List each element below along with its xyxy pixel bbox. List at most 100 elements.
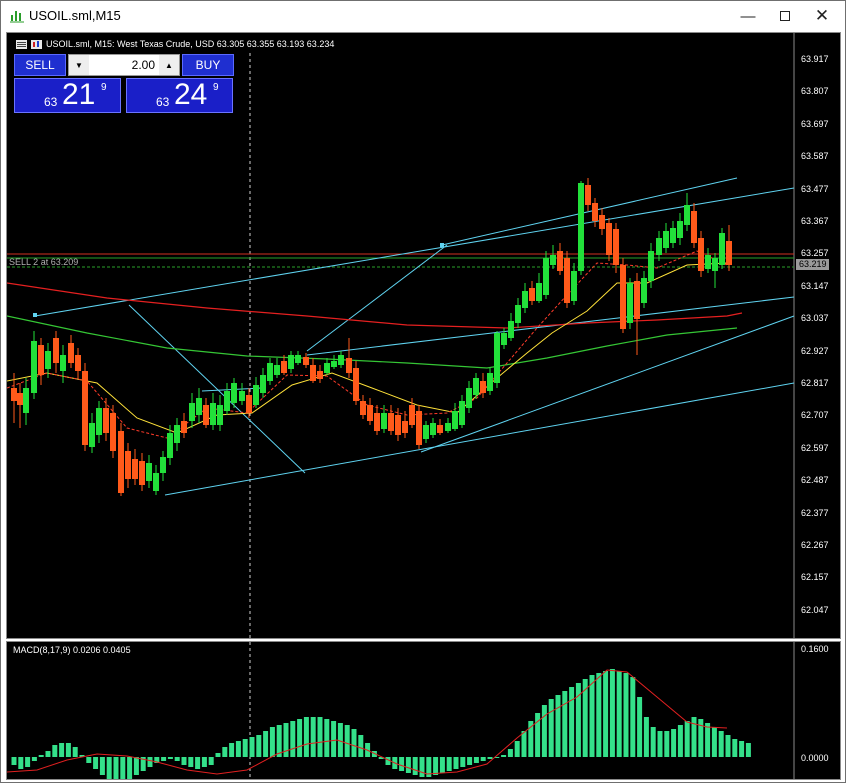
candle-body bbox=[487, 373, 493, 391]
chevron-up-icon: ▲ bbox=[165, 60, 173, 70]
candle-body bbox=[501, 333, 507, 345]
macd-histogram-bar bbox=[188, 757, 194, 767]
trend-line-anchor bbox=[440, 243, 444, 247]
macd-indicator-panel[interactable]: MACD(8,17,9) 0.0206 0.0405 0.1600 0.0000 bbox=[6, 641, 841, 780]
price-axis-tick: 62.267 bbox=[801, 540, 829, 550]
price-axis-tick: 62.927 bbox=[801, 345, 829, 356]
buy-button[interactable]: BUY bbox=[182, 54, 234, 76]
candle-body bbox=[705, 255, 711, 269]
candle-body bbox=[578, 183, 584, 271]
price-axis-tick: 63.367 bbox=[801, 216, 829, 226]
macd-histogram-bar bbox=[616, 671, 622, 757]
trend-line bbox=[306, 296, 795, 356]
macd-histogram-bar bbox=[127, 757, 133, 779]
trend-line bbox=[34, 187, 795, 317]
macd-histogram-bar bbox=[643, 717, 649, 757]
candle-body bbox=[627, 283, 633, 323]
title-bar[interactable]: USOIL.sml,M15 — ✕ bbox=[1, 1, 845, 32]
candle-body bbox=[132, 459, 138, 479]
macd-axis-zero: 0.0000 bbox=[801, 753, 829, 763]
lot-size-input[interactable]: 2.00 bbox=[89, 55, 159, 75]
macd-histogram-bar bbox=[657, 731, 663, 757]
candle-body bbox=[367, 405, 373, 421]
lot-increase-button[interactable]: ▲ bbox=[159, 55, 179, 75]
candle-body bbox=[360, 401, 366, 415]
macd-histogram-bar bbox=[337, 723, 343, 757]
one-click-trading-panel: SELL ▼ 2.00 ▲ BUY 63 21 9 63 24 9 bbox=[14, 54, 234, 113]
buy-price-box[interactable]: 63 24 9 bbox=[126, 78, 233, 113]
macd-histogram-bar bbox=[290, 721, 296, 757]
price-axis-tick: 62.707 bbox=[801, 410, 829, 421]
candle-body bbox=[288, 355, 294, 369]
macd-histogram-bar bbox=[732, 739, 738, 757]
macd-histogram-bar bbox=[603, 671, 609, 757]
candle-body bbox=[452, 411, 458, 429]
macd-histogram-bar bbox=[589, 675, 595, 757]
trend-line bbox=[306, 244, 448, 352]
sell-price-box[interactable]: 63 21 9 bbox=[14, 78, 121, 113]
candle-body bbox=[38, 345, 44, 375]
candle-body bbox=[613, 229, 619, 265]
close-button[interactable]: ✕ bbox=[805, 3, 839, 29]
candle-body bbox=[550, 255, 556, 265]
candle-body bbox=[295, 355, 301, 363]
candle-body bbox=[515, 305, 521, 323]
menu-icon[interactable] bbox=[16, 39, 27, 49]
macd-histogram-bar bbox=[439, 757, 445, 773]
price-axis-tick: 63.697 bbox=[801, 118, 829, 129]
candle-body bbox=[684, 205, 690, 225]
macd-axis-top: 0.1600 bbox=[801, 644, 829, 654]
lot-decrease-button[interactable]: ▼ bbox=[69, 55, 89, 75]
candle-body bbox=[303, 357, 309, 365]
macd-histogram-bar bbox=[725, 735, 731, 757]
macd-histogram-bar bbox=[684, 721, 690, 757]
candle-body bbox=[353, 368, 359, 401]
macd-histogram-bar bbox=[358, 735, 364, 757]
macd-histogram-bar bbox=[711, 727, 717, 757]
candle-body bbox=[167, 433, 173, 458]
price-axis-tick: 62.597 bbox=[801, 442, 829, 453]
macd-histogram-bar bbox=[133, 757, 139, 775]
price-axis-tick: 63.917 bbox=[801, 54, 829, 64]
lot-size-stepper[interactable]: ▼ 2.00 ▲ bbox=[68, 54, 180, 76]
terminal-window: USOIL.sml,M15 — ✕ USOIL.sml, M15: West T… bbox=[0, 0, 846, 783]
candle-body bbox=[564, 258, 570, 303]
price-axis-tick: 63.147 bbox=[801, 280, 829, 291]
chart-type-icon[interactable] bbox=[31, 39, 42, 49]
candle-body bbox=[239, 391, 245, 401]
macd-histogram-bar bbox=[514, 741, 520, 757]
candle-body bbox=[473, 378, 479, 395]
price-axis-tick: 62.817 bbox=[801, 378, 829, 388]
macd-histogram-bar bbox=[419, 757, 425, 777]
price-axis-tick: 62.377 bbox=[801, 507, 829, 518]
macd-histogram-bar bbox=[548, 699, 554, 757]
candle-body bbox=[641, 278, 647, 303]
price-axis-tick: 63.807 bbox=[801, 86, 829, 97]
candle-body bbox=[253, 385, 259, 405]
candle-body bbox=[677, 221, 683, 238]
macd-histogram-bar bbox=[487, 757, 493, 759]
sell-position-label: SELL 2 at 63.209 bbox=[9, 257, 79, 267]
candle-body bbox=[543, 258, 549, 295]
price-axis-tick: 63.477 bbox=[801, 183, 829, 194]
macd-histogram-bar bbox=[256, 735, 262, 757]
candle-body bbox=[324, 363, 330, 373]
macd-histogram-bar bbox=[521, 731, 527, 757]
maximize-button[interactable] bbox=[768, 3, 802, 29]
candle-body bbox=[712, 258, 718, 271]
candle-body bbox=[466, 388, 472, 408]
price-axis-tick: 63.257 bbox=[801, 248, 829, 259]
macd-histogram-bar bbox=[72, 747, 78, 757]
price-chart[interactable]: USOIL.sml, M15: West Texas Crude, USD 63… bbox=[6, 32, 841, 639]
candle-body bbox=[606, 223, 612, 255]
candle-body bbox=[11, 388, 17, 401]
sell-button[interactable]: SELL bbox=[14, 54, 66, 76]
minimize-button[interactable]: — bbox=[731, 3, 765, 29]
macd-histogram-bar bbox=[147, 757, 153, 767]
macd-histogram-bar bbox=[201, 757, 207, 767]
candle-body bbox=[445, 423, 451, 431]
candle-body bbox=[557, 251, 563, 271]
macd-histogram-bar bbox=[412, 757, 418, 775]
candle-body bbox=[60, 355, 66, 371]
macd-histogram-bar bbox=[269, 727, 275, 757]
